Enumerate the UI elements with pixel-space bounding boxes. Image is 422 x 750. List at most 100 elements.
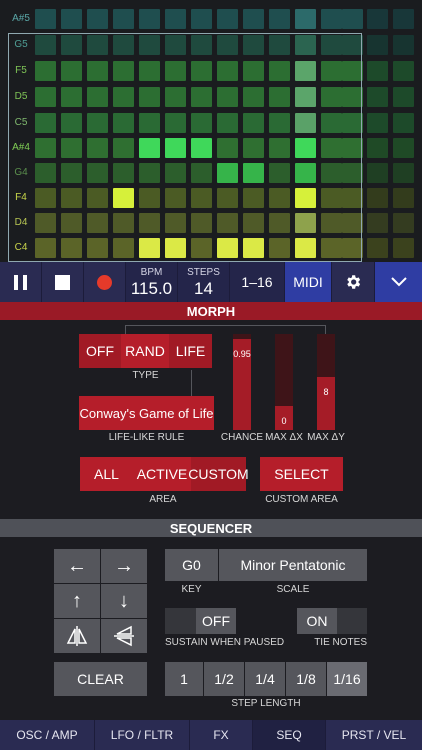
tab-seq[interactable]: SEQ	[253, 720, 326, 750]
grid-cell[interactable]	[342, 113, 363, 133]
grid-cell[interactable]	[217, 87, 238, 107]
grid-cell[interactable]	[191, 61, 212, 81]
grid-cell[interactable]	[321, 188, 342, 208]
grid-cell[interactable]	[295, 61, 316, 81]
grid-cell[interactable]	[393, 9, 414, 29]
grid-cell[interactable]	[243, 238, 264, 258]
grid-cell[interactable]	[269, 163, 290, 183]
key-select[interactable]: G0	[165, 549, 218, 581]
grid-cell[interactable]	[139, 113, 160, 133]
grid-cell[interactable]	[321, 35, 342, 55]
grid-cell[interactable]	[35, 213, 56, 233]
tab-lfo-fltr[interactable]: LFO / FLTR	[95, 720, 190, 750]
grid-cell[interactable]	[295, 138, 316, 158]
flip-horizontal-button[interactable]	[54, 619, 100, 653]
grid-cell[interactable]	[217, 238, 238, 258]
grid-cell[interactable]	[139, 138, 160, 158]
grid-cell[interactable]	[243, 163, 264, 183]
grid-cell[interactable]	[295, 163, 316, 183]
steps-control[interactable]: STEPS 14	[178, 262, 230, 302]
pause-button[interactable]	[0, 262, 42, 302]
grid-cell[interactable]	[139, 213, 160, 233]
area-custom-button[interactable]: CUSTOM	[188, 457, 249, 491]
grid-cell[interactable]	[342, 163, 363, 183]
grid-cell[interactable]	[87, 238, 108, 258]
grid-cell[interactable]	[367, 87, 388, 107]
grid-cell[interactable]	[243, 87, 264, 107]
grid-cell[interactable]	[191, 87, 212, 107]
grid-cell[interactable]	[269, 138, 290, 158]
grid-cell[interactable]	[367, 138, 388, 158]
grid-cell[interactable]	[342, 213, 363, 233]
grid-cell[interactable]	[342, 188, 363, 208]
grid-cell[interactable]	[217, 9, 238, 29]
sustain-toggle[interactable]: OFF	[196, 608, 236, 634]
grid-cell[interactable]	[61, 87, 82, 107]
area-all-button[interactable]: ALL	[80, 457, 133, 491]
bpm-control[interactable]: BPM 115.0	[126, 262, 178, 302]
grid-cell[interactable]	[191, 35, 212, 55]
grid-cell[interactable]	[243, 9, 264, 29]
grid-cell[interactable]	[269, 9, 290, 29]
grid-cell[interactable]	[61, 9, 82, 29]
grid-cell[interactable]	[113, 9, 134, 29]
grid-cell[interactable]	[139, 87, 160, 107]
grid-cell[interactable]	[165, 163, 186, 183]
grid-cell[interactable]	[217, 163, 238, 183]
grid-cell[interactable]	[35, 238, 56, 258]
grid-cell[interactable]	[321, 213, 342, 233]
grid-cell[interactable]	[367, 9, 388, 29]
grid-cell[interactable]	[87, 9, 108, 29]
grid-cell[interactable]	[295, 35, 316, 55]
grid-cell[interactable]	[113, 238, 134, 258]
type-rand-button[interactable]: RAND	[121, 334, 169, 368]
grid-cell[interactable]	[342, 87, 363, 107]
step-grid[interactable]: A#5 G5 F5 D5 C5 A#4 G4 F4 D4 C4	[0, 0, 422, 262]
grid-cell[interactable]	[269, 87, 290, 107]
grid-cell[interactable]	[243, 113, 264, 133]
grid-cell[interactable]	[191, 213, 212, 233]
grid-cell[interactable]	[342, 9, 363, 29]
grid-cell[interactable]	[61, 138, 82, 158]
type-life-button[interactable]: LIFE	[169, 334, 212, 368]
grid-cell[interactable]	[243, 35, 264, 55]
grid-cell[interactable]	[113, 87, 134, 107]
grid-cell[interactable]	[165, 188, 186, 208]
grid-cell[interactable]	[269, 113, 290, 133]
grid-cell[interactable]	[165, 113, 186, 133]
grid-cell[interactable]	[295, 188, 316, 208]
grid-cell[interactable]	[321, 87, 342, 107]
grid-cell[interactable]	[342, 35, 363, 55]
tie-notes-toggle[interactable]: ON	[297, 608, 337, 634]
grid-cell[interactable]	[393, 87, 414, 107]
grid-cell[interactable]	[321, 9, 342, 29]
grid-cell[interactable]	[321, 138, 342, 158]
grid-cell[interactable]	[321, 163, 342, 183]
shift-down-button[interactable]: ↓	[101, 584, 147, 618]
grid-cell[interactable]	[35, 188, 56, 208]
grid-cell[interactable]	[393, 213, 414, 233]
grid-cell[interactable]	[191, 9, 212, 29]
grid-cell[interactable]	[295, 87, 316, 107]
grid-cell[interactable]	[139, 35, 160, 55]
grid-cell[interactable]	[139, 238, 160, 258]
grid-cell[interactable]	[191, 188, 212, 208]
grid-cell[interactable]	[217, 113, 238, 133]
collapse-button[interactable]	[375, 262, 422, 302]
stop-button[interactable]	[42, 262, 84, 302]
grid-cell[interactable]	[217, 213, 238, 233]
type-off-button[interactable]: OFF	[79, 334, 121, 368]
area-active-button[interactable]: ACTIVE	[133, 457, 191, 491]
step-length-1-2-button[interactable]: 1/2	[204, 662, 244, 696]
life-rule-select[interactable]: Conway's Game of Life	[79, 396, 214, 430]
grid-cell[interactable]	[269, 238, 290, 258]
grid-cell[interactable]	[61, 188, 82, 208]
grid-cell[interactable]	[35, 163, 56, 183]
grid-cell[interactable]	[269, 61, 290, 81]
grid-cell[interactable]	[295, 9, 316, 29]
tab-prst-vel[interactable]: PRST / VEL	[326, 720, 422, 750]
grid-cell[interactable]	[295, 213, 316, 233]
grid-cell[interactable]	[393, 163, 414, 183]
grid-cell[interactable]	[113, 113, 134, 133]
tab-osc-amp[interactable]: OSC / AMP	[0, 720, 95, 750]
